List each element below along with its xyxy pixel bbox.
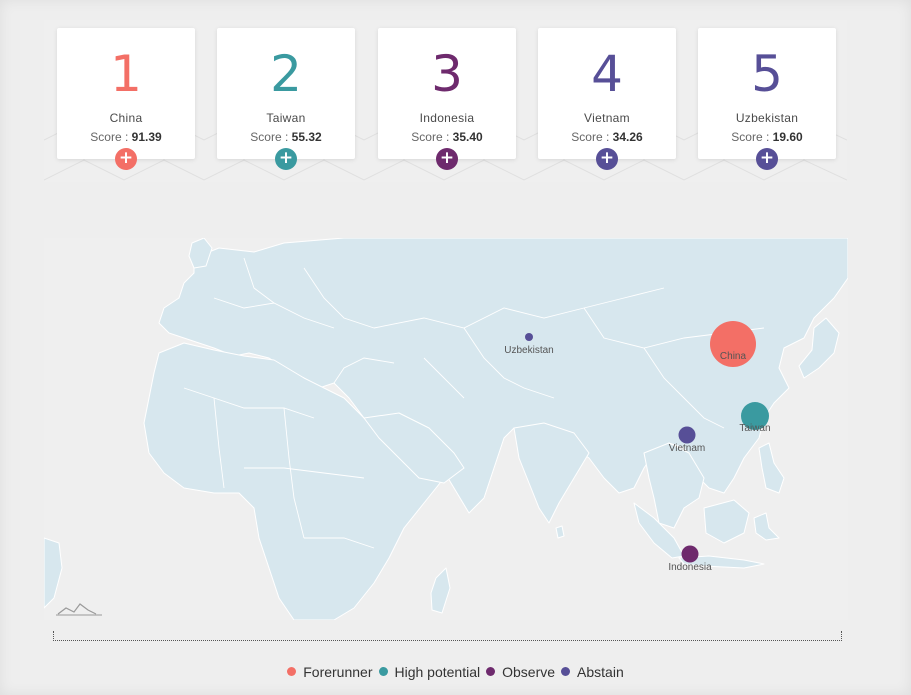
legend-dot-icon [287, 667, 297, 676]
range-brush[interactable] [53, 631, 842, 641]
plus-icon[interactable]: + [436, 148, 458, 170]
americas-edge-landmass [44, 537, 63, 609]
sulawesi-landmass [753, 512, 780, 541]
legend-label: High potential [394, 663, 481, 680]
map-marker-indonesia[interactable] [681, 545, 699, 563]
score-label: Score : [571, 130, 613, 144]
plus-icon[interactable]: + [115, 148, 137, 170]
score-value: 34.26 [612, 130, 643, 144]
philippines-landmass [758, 442, 785, 494]
score-line: Score : 55.32 [217, 130, 355, 144]
rank-number: 5 [751, 45, 783, 103]
score-line: Score : 91.39 [57, 130, 195, 144]
score-label: Score : [731, 130, 773, 144]
map-marker-uzbekistan[interactable] [525, 333, 533, 341]
sri-lanka-landmass [555, 525, 565, 539]
rank-number: 4 [591, 45, 623, 103]
legend-item-high-potential[interactable]: High potential [378, 663, 481, 680]
map-label-china: China [720, 351, 747, 362]
rank-number: 2 [270, 45, 302, 103]
india-landmass [513, 422, 590, 524]
rank-number: 3 [431, 45, 463, 103]
score-value: 91.39 [131, 130, 162, 144]
legend-dot-icon [486, 667, 496, 676]
ranking-card-vietnam[interactable]: 4 Vietnam Score : 34.26 + [538, 28, 676, 170]
country-name: China [109, 111, 143, 125]
world-map[interactable]: China Taiwan Vietnam Indonesia Uzbekistan [44, 238, 848, 620]
country-name: Indonesia [419, 111, 475, 125]
plus-icon[interactable]: + [756, 148, 778, 170]
score-label: Score : [250, 130, 292, 144]
score-line: Score : 34.26 [538, 130, 676, 144]
legend-item-abstain[interactable]: Abstain [561, 664, 624, 680]
legend-item-forerunner[interactable]: Forerunner [287, 663, 373, 680]
score-line: Score : 35.40 [378, 130, 516, 144]
map-label-indonesia: Indonesia [668, 562, 712, 573]
plus-icon[interactable]: + [275, 148, 297, 170]
rank-number: 1 [110, 45, 142, 103]
legend-label: Abstain [577, 663, 624, 680]
legend-item-observe[interactable]: Observe [486, 664, 555, 680]
borneo-landmass [703, 499, 750, 544]
country-name: Taiwan [266, 111, 306, 125]
country-name: Vietnam [584, 111, 630, 125]
country-name: Uzbekistan [735, 111, 799, 125]
ranking-card-taiwan[interactable]: 2 Taiwan Score : 55.32 + [217, 28, 355, 170]
legend: Forerunner High potential Observe Abstain [0, 663, 911, 680]
legend-dot-icon [561, 667, 571, 676]
ranking-card-uzbekistan[interactable]: 5 Uzbekistan Score : 19.60 + [698, 28, 836, 170]
score-value: 55.32 [291, 130, 322, 144]
sparkline-icon [57, 603, 97, 615]
score-value: 35.40 [452, 130, 483, 144]
legend-dot-icon [378, 667, 388, 676]
map-marker-vietnam[interactable] [678, 426, 696, 444]
score-label: Score : [90, 130, 132, 144]
map-label-vietnam: Vietnam [669, 443, 706, 454]
score-label: Score : [411, 130, 453, 144]
legend-label: Observe [502, 663, 556, 680]
map-label-taiwan: Taiwan [739, 423, 770, 434]
legend-label: Forerunner [303, 663, 373, 680]
score-line: Score : 19.60 [698, 130, 836, 144]
score-value: 19.60 [772, 130, 803, 144]
madagascar-landmass [430, 567, 451, 614]
ranking-card-indonesia[interactable]: 3 Indonesia Score : 35.40 + [378, 28, 516, 170]
map-label-uzbekistan: Uzbekistan [504, 345, 553, 356]
ranking-card-china[interactable]: 1 China Score : 91.39 + [57, 28, 195, 170]
plus-icon[interactable]: + [596, 148, 618, 170]
